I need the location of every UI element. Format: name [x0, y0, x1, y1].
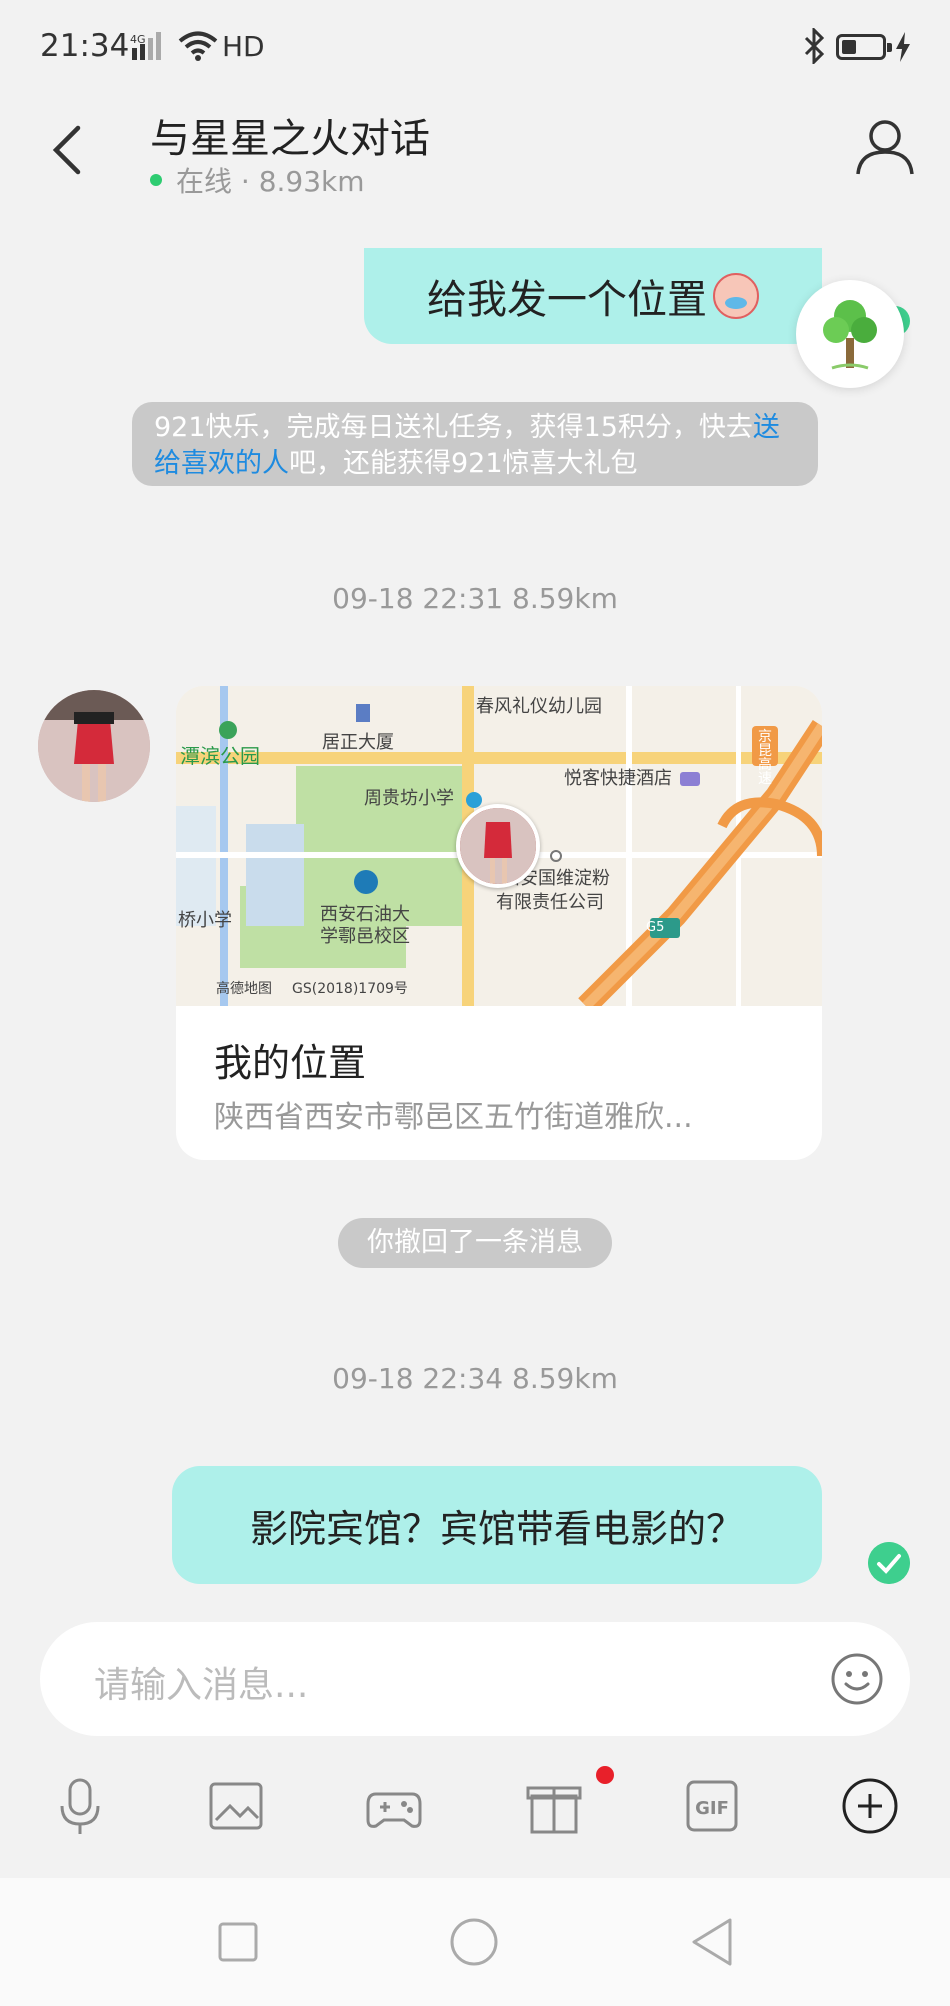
battery-icon — [836, 34, 892, 60]
map-label: G5 — [646, 920, 665, 935]
gif-icon[interactable]: GIF — [682, 1776, 742, 1836]
microphone-icon[interactable] — [50, 1776, 110, 1836]
tree-icon — [823, 300, 877, 370]
hd-indicator: HD — [222, 30, 265, 63]
gamepad-icon[interactable] — [364, 1776, 424, 1836]
recent-apps-icon[interactable] — [210, 1914, 266, 1970]
location-address: 陕西省西安市鄠邑区五竹街道雅欣... — [214, 1100, 693, 1135]
location-card[interactable]: 春风礼仪幼儿园 潭滨公园 居正大厦 悦客快捷酒店 周贵坊小学 西安石油大 学鄠邑… — [176, 686, 822, 1160]
location-pin-avatar — [456, 804, 540, 888]
back-arrow-icon[interactable] — [48, 122, 88, 178]
map-label: 京昆高速 — [758, 729, 772, 787]
message-input-placeholder: 请输入消息... — [94, 1665, 309, 1706]
map-label: 桥小学 — [178, 910, 232, 931]
wifi-icon — [178, 31, 218, 61]
notice-text-suffix: 吧，还能获得921惊喜大礼包 — [289, 448, 638, 479]
floating-tree-button[interactable] — [796, 280, 904, 388]
image-icon[interactable] — [206, 1776, 266, 1836]
map-label: 潭滨公园 — [180, 744, 260, 768]
sent-check-icon — [868, 1542, 910, 1584]
map-label: 学鄠邑校区 — [320, 926, 410, 947]
online-dot-icon — [150, 174, 162, 186]
system-navigation-bar — [0, 1878, 950, 2006]
notice-text-prefix: 921快乐，完成每日送礼任务，获得15积分，快去 — [154, 412, 753, 443]
map-label: 周贵坊小学 — [364, 788, 454, 809]
message-input[interactable]: 请输入消息... — [40, 1622, 910, 1736]
status-time: 21:34 — [40, 28, 130, 64]
online-status-text: 在线 · 8.93km — [176, 165, 365, 198]
outgoing-message-bubble[interactable]: 影院宾馆？宾馆带看电影的？ — [172, 1466, 822, 1584]
map-label: 居正大厦 — [322, 732, 394, 753]
outgoing-message-bubble[interactable]: 给我发一个位置 — [364, 248, 822, 344]
input-toolbar: GIF — [0, 1770, 950, 1850]
message-text: 影院宾馆？宾馆带看电影的？ — [249, 1506, 744, 1551]
system-notice: 921快乐，完成每日送礼任务，获得15积分，快去送给喜欢的人吧，还能获得921惊… — [132, 402, 818, 486]
status-bar: 21:34 4G HD — [0, 0, 950, 92]
bluetooth-icon — [804, 28, 825, 64]
timestamp: 09-18 22:31 8.59km — [332, 582, 618, 615]
profile-icon[interactable] — [854, 116, 916, 178]
charging-icon — [896, 32, 910, 62]
contact-avatar[interactable] — [38, 690, 150, 802]
map-brand: 高德地图 — [216, 981, 272, 997]
map-label: 有限责任公司 — [496, 892, 604, 913]
timestamp: 09-18 22:34 8.59km — [332, 1362, 618, 1395]
gif-label: GIF — [695, 1798, 729, 1819]
location-title: 我的位置 — [214, 1041, 367, 1085]
plus-circle-icon[interactable] — [840, 1776, 900, 1836]
recall-notice: 你撤回了一条消息 — [338, 1218, 612, 1268]
map-label: 春风礼仪幼儿园 — [476, 696, 602, 717]
chat-title: 与星星之火对话 — [150, 116, 430, 162]
location-map[interactable]: 春风礼仪幼儿园 潭滨公园 居正大厦 悦客快捷酒店 周贵坊小学 西安石油大 学鄠邑… — [176, 686, 822, 1006]
avatar-image — [38, 690, 150, 802]
online-status: 在线 · 8.93km — [150, 160, 365, 200]
cellular-signal-icon: 4G — [130, 32, 161, 60]
emoji-smile-icon[interactable] — [830, 1652, 884, 1706]
crying-emoji-icon — [713, 273, 759, 319]
home-icon[interactable] — [446, 1914, 502, 1970]
message-text: 给我发一个位置 — [427, 277, 707, 323]
gift-notification-dot — [596, 1766, 614, 1784]
map-license: GS(2018)1709号 — [292, 981, 408, 997]
back-triangle-icon[interactable] — [686, 1914, 742, 1970]
map-label: 悦客快捷酒店 — [564, 768, 672, 789]
gift-icon[interactable] — [524, 1776, 584, 1836]
chat-header: 与星星之火对话 在线 · 8.93km — [0, 92, 950, 212]
